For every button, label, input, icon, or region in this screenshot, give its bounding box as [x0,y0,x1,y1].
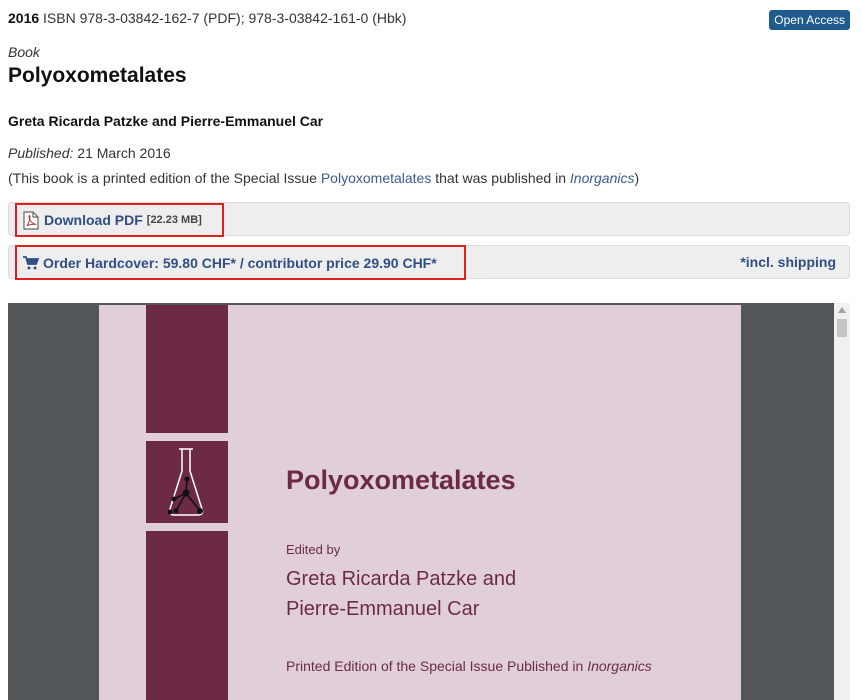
publication-year: 2016 [8,10,40,26]
item-type-label: Book [8,44,40,60]
cover-printed-prefix: Printed Edition of the Special Issue Pub… [286,658,588,674]
published-date: 21 March 2016 [77,145,171,161]
cover-stripe-bottom [146,531,228,700]
book-cover-page: Polyoxometalates Edited by Greta Ricarda… [99,305,741,700]
book-meta-line: 2016 ISBN 978-3-03842-162-7 (PDF); 978-3… [8,10,406,26]
viewer-scrollbar[interactable] [834,303,850,700]
cover-editor-1: Greta Ricarda Patzke and [286,568,517,590]
note-mid: that was published in [431,170,570,186]
cover-printed-journal: Inorganics [587,658,652,674]
cover-editors: Greta Ricarda Patzke and Pierre-Emmanuel… [286,564,516,624]
isbn-text: ISBN 978-3-03842-162-7 (PDF); 978-3-0384… [43,10,407,26]
special-issue-link[interactable]: Polyoxometalates [321,170,432,186]
scroll-up-arrow-icon[interactable] [838,307,846,313]
scrollbar-thumb[interactable] [837,319,847,337]
open-access-badge[interactable]: Open Access [769,10,850,30]
cover-logo-block [146,441,228,523]
download-pdf-button[interactable]: Download PDF [22.23 MB] [15,203,224,237]
shipping-note: *incl. shipping [740,254,836,270]
cover-printed-edition: Printed Edition of the Special Issue Pub… [286,658,652,674]
cover-editor-2: Pierre-Emmanuel Car [286,598,480,620]
cover-title: Polyoxometalates [286,465,516,495]
published-label: Published: [8,145,74,161]
download-pdf-link[interactable]: Download PDF [44,212,143,228]
download-file-size: [22.23 MB] [146,214,202,226]
shopping-cart-icon [23,255,40,270]
order-hardcover-button[interactable]: Order Hardcover: 59.80 CHF* / contributo… [15,245,466,280]
book-authors: Greta Ricarda Patzke and Pierre-Emmanuel… [8,113,324,129]
edition-note: (This book is a printed edition of the S… [8,170,639,186]
flask-molecule-icon [167,448,204,516]
journal-name: Inorganics [569,170,635,186]
cover-edited-by: Edited by [286,542,341,557]
order-hardcover-link[interactable]: Order Hardcover: 59.80 CHF* / contributo… [43,255,437,271]
note-suffix: ) [634,170,640,186]
cover-stripe-top [146,305,228,433]
pdf-preview-viewer[interactable]: Polyoxometalates Edited by Greta Ricarda… [8,303,850,700]
pdf-file-icon [23,210,39,230]
book-title: Polyoxometalates [8,64,187,87]
journal-link[interactable]: Inorganics [570,170,635,186]
published-line: Published: 21 March 2016 [8,145,171,161]
note-prefix: (This book is a printed edition of the S… [8,170,321,186]
